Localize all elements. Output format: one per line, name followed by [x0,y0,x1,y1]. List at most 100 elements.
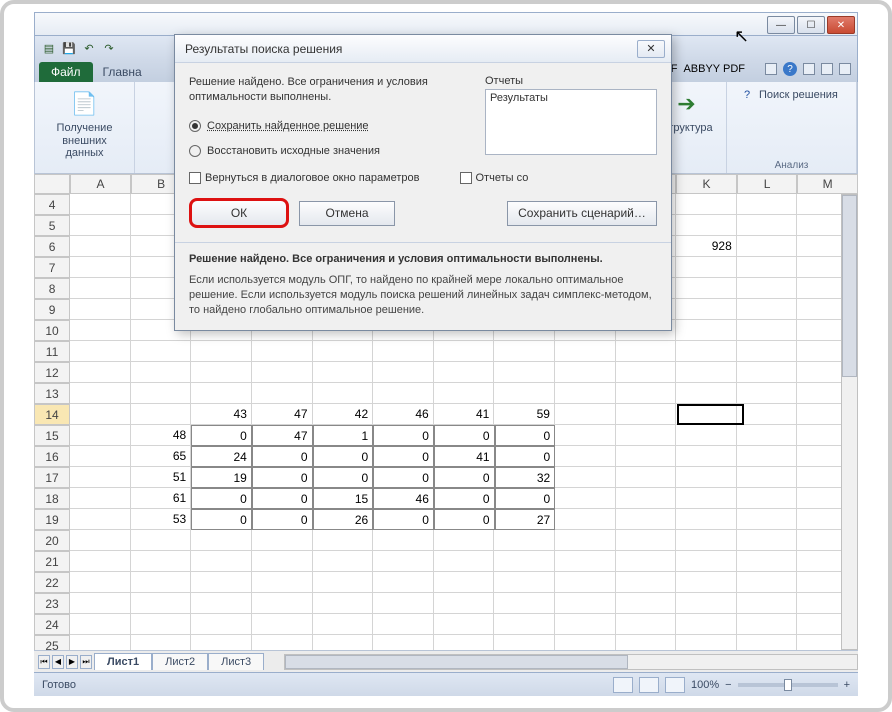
cell-H24[interactable] [494,614,555,635]
cell-H11[interactable] [494,341,555,362]
cell-K9[interactable] [676,299,737,320]
cell-J12[interactable] [616,362,677,383]
cell-B18[interactable]: 61 [131,488,192,509]
column-header-K[interactable]: K [676,174,737,194]
cell-I24[interactable] [555,614,616,635]
cell-A11[interactable] [70,341,131,362]
cell-C19[interactable]: 0 [191,509,252,530]
row-header-9[interactable]: 9 [34,299,70,320]
row-header-17[interactable]: 17 [34,467,70,488]
cell-A19[interactable] [70,509,131,530]
cell-K19[interactable] [676,509,737,530]
sheet-nav-last[interactable]: ⏭ [80,655,92,669]
cell-F16[interactable]: 0 [373,446,434,467]
cell-L15[interactable] [737,425,798,446]
cell-J15[interactable] [616,425,677,446]
help-icon[interactable]: ? [783,62,797,76]
cell-H20[interactable] [494,530,555,551]
cell-G24[interactable] [434,614,495,635]
column-header-M[interactable]: M [797,174,858,194]
tab-abbyy-pdf[interactable]: ABBYY PDF [683,63,745,75]
row-header-14[interactable]: 14 [34,404,70,425]
cell-H15[interactable]: 0 [495,425,556,446]
cell-G17[interactable]: 0 [434,467,495,488]
cell-H12[interactable] [494,362,555,383]
cell-B17[interactable]: 51 [131,467,192,488]
cell-E15[interactable]: 1 [313,425,374,446]
cell-J22[interactable] [616,572,677,593]
cell-L5[interactable] [737,215,798,236]
cell-C16[interactable]: 24 [191,446,252,467]
row-header-10[interactable]: 10 [34,320,70,341]
cell-B11[interactable] [131,341,192,362]
cell-H23[interactable] [494,593,555,614]
cell-C22[interactable] [191,572,252,593]
redo-icon[interactable]: ↷ [101,40,117,56]
cell-K24[interactable] [676,614,737,635]
zoom-in-button[interactable]: + [844,679,850,691]
cell-A6[interactable] [70,236,131,257]
cell-K7[interactable] [676,257,737,278]
cell-L23[interactable] [737,593,798,614]
cell-H19[interactable]: 27 [495,509,556,530]
cell-F20[interactable] [373,530,434,551]
cell-G11[interactable] [434,341,495,362]
cell-E16[interactable]: 0 [313,446,374,467]
cell-B19[interactable]: 53 [131,509,192,530]
solver-button[interactable]: ? Поиск решения [737,86,840,104]
zoom-slider[interactable] [738,683,838,687]
cell-D16[interactable]: 0 [252,446,313,467]
cell-B13[interactable] [131,383,192,404]
cell-A10[interactable] [70,320,131,341]
cell-D24[interactable] [252,614,313,635]
cell-K11[interactable] [676,341,737,362]
row-header-11[interactable]: 11 [34,341,70,362]
cell-D13[interactable] [252,383,313,404]
cell-K22[interactable] [676,572,737,593]
cell-I21[interactable] [555,551,616,572]
radio-keep-solution[interactable]: Сохранить найденное решение [189,119,469,134]
cell-L12[interactable] [737,362,798,383]
cell-L4[interactable] [737,194,798,215]
cell-K15[interactable] [676,425,737,446]
cell-J23[interactable] [616,593,677,614]
cell-A15[interactable] [70,425,131,446]
view-page-layout-button[interactable] [639,677,659,693]
cell-A21[interactable] [70,551,131,572]
cell-K21[interactable] [676,551,737,572]
cell-G13[interactable] [434,383,495,404]
reports-item-results[interactable]: Результаты [490,92,652,104]
cell-I13[interactable] [555,383,616,404]
cell-K18[interactable] [676,488,737,509]
cell-A14[interactable] [70,404,131,425]
row-header-7[interactable]: 7 [34,257,70,278]
cell-H18[interactable]: 0 [495,488,556,509]
cell-A17[interactable] [70,467,131,488]
cell-F23[interactable] [373,593,434,614]
cell-K23[interactable] [676,593,737,614]
sheet-nav-prev[interactable]: ◀ [52,655,64,669]
row-header-5[interactable]: 5 [34,215,70,236]
cell-E12[interactable] [313,362,374,383]
cell-K17[interactable] [676,467,737,488]
cell-L9[interactable] [737,299,798,320]
radio-restore-values[interactable]: Восстановить исходные значения [189,144,469,159]
cell-J11[interactable] [616,341,677,362]
cell-G20[interactable] [434,530,495,551]
cell-D14[interactable]: 47 [252,404,313,425]
cell-L17[interactable] [737,467,798,488]
tab-home[interactable]: Главна [95,62,150,82]
cell-L11[interactable] [737,341,798,362]
save-scenario-button[interactable]: Сохранить сценарий… [507,201,657,226]
cell-L20[interactable] [737,530,798,551]
cell-K6[interactable]: 928 [676,236,737,257]
cell-A9[interactable] [70,299,131,320]
cell-A20[interactable] [70,530,131,551]
cell-G23[interactable] [434,593,495,614]
dialog-titlebar[interactable]: Результаты поиска решения ✕ [175,35,671,63]
cell-L19[interactable] [737,509,798,530]
row-header-8[interactable]: 8 [34,278,70,299]
cell-K10[interactable] [676,320,737,341]
cell-H22[interactable] [494,572,555,593]
dialog-close-button[interactable]: ✕ [637,40,665,58]
